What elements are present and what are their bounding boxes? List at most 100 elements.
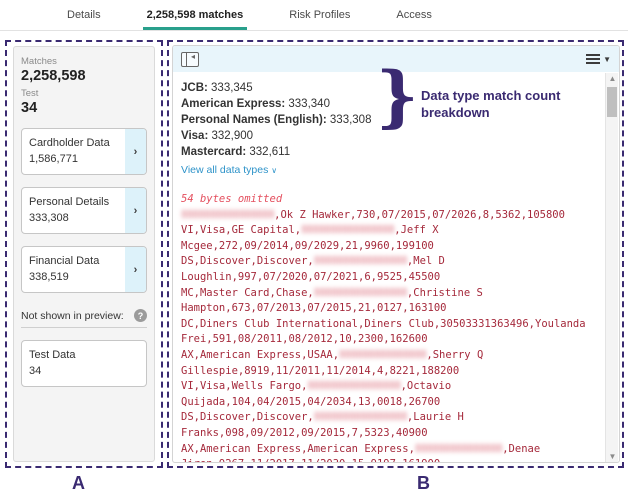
- preview-text-segment: Jiron,9267,11/2017,11/2030,15,9197,16190…: [181, 458, 440, 463]
- view-all-data-types-link[interactable]: View all data types ∨: [181, 164, 277, 176]
- preview-menu-button[interactable]: ▼: [586, 52, 611, 66]
- preview-text-segment: ,Christine S: [407, 287, 483, 299]
- annotation-label-a: A: [72, 473, 85, 494]
- not-shown-card-list: Test Data34: [21, 340, 147, 387]
- test-stat-label: Test: [21, 88, 147, 99]
- redacted-card-number: 888888888888888: [339, 349, 426, 361]
- preview-text-segment: Hampton,673,07/2013,07/2015,21,0127,1631…: [181, 302, 447, 314]
- preview-text-segment: Frei,591,08/2011,08/2012,10,2300,162600: [181, 333, 428, 345]
- category-card-main: Cardholder Data1,586,771: [22, 129, 125, 174]
- preview-line: AX,American Express,USAA,888888888888888…: [181, 348, 599, 364]
- preview-text-segment: ,Sherry Q: [426, 349, 483, 361]
- category-card-personal-details[interactable]: Personal Details333,308›: [21, 187, 147, 234]
- category-card-main: Test Data34: [22, 341, 146, 386]
- datatype-count-jcb: JCB: 333,345: [181, 80, 599, 96]
- preview-text-segment: Franks,098,09/2012,09/2015,7,5323,40900: [181, 427, 428, 439]
- category-card-main: Financial Data 338,519: [22, 247, 125, 292]
- preview-line: 8888888888888888,Ok Z Hawker,730,07/2015…: [181, 208, 599, 224]
- match-preview-panel: ▼ JCB: 333,345American Express: 333,340P…: [172, 45, 620, 463]
- preview-line: VI,Visa,Wells Fargo,8888888888888888,Oct…: [181, 379, 599, 395]
- category-card-cardholder-data[interactable]: Cardholder Data1,586,771›: [21, 128, 147, 175]
- preview-line: Quijada,104,04/2015,04/2034,13,0018,2670…: [181, 395, 599, 411]
- datatype-count-american-express: American Express: 333,340: [181, 96, 599, 112]
- preview-text-segment: Loughlin,997,07/2020,07/2021,6,9525,4550…: [181, 271, 440, 283]
- bytes-omitted-note: 54 bytes omitted: [181, 192, 599, 208]
- preview-text-segment: ,Laurie H: [407, 411, 464, 423]
- chevron-right-icon[interactable]: ›: [125, 129, 146, 174]
- tab-details[interactable]: Details: [63, 1, 105, 30]
- match-preview-text: 54 bytes omitted 8888888888888888,Ok Z H…: [181, 192, 599, 463]
- redacted-card-number: 888888888888888: [415, 443, 502, 455]
- preview-body: JCB: 333,345American Express: 333,340Per…: [173, 72, 619, 463]
- scrollbar-thumb[interactable]: [607, 87, 617, 117]
- chevron-down-icon: ∨: [271, 166, 277, 175]
- category-card-main: Personal Details333,308: [22, 188, 125, 233]
- preview-line: AX,American Express,American Express,888…: [181, 442, 599, 458]
- category-card-financial-data[interactable]: Financial Data 338,519 ›: [21, 246, 147, 293]
- datatype-count-value: 333,340: [288, 98, 330, 110]
- preview-text-segment: VI,Visa,GE Capital,: [181, 224, 301, 236]
- preview-text-segment: AX,American Express,USAA,: [181, 349, 339, 361]
- datatype-count-visa: Visa: 332,900: [181, 128, 599, 144]
- scroll-up-arrow-icon[interactable]: ▲: [606, 73, 619, 85]
- category-card-title: Test Data: [29, 349, 139, 361]
- tab-access[interactable]: Access: [392, 1, 435, 30]
- preview-line: Frei,591,08/2011,08/2012,10,2300,162600: [181, 332, 599, 348]
- preview-text-segment: ,Jeff X: [394, 224, 438, 236]
- collapse-panel-icon[interactable]: [181, 52, 199, 67]
- preview-text-segment: Gillespie,8919,11/2011,11/2014,4,8221,18…: [181, 365, 459, 377]
- preview-text-segment: VI,Visa,Wells Fargo,: [181, 380, 307, 392]
- vertical-scrollbar[interactable]: ▲ ▼: [605, 73, 618, 463]
- redacted-card-number: 8888888888888888: [307, 380, 400, 392]
- datatype-count-personal-names-english: Personal Names (English): 333,308: [181, 112, 599, 128]
- preview-text-segment: DS,Discover,Discover,: [181, 255, 314, 267]
- preview-line: MC,Master Card,Chase,8888888888888888,Ch…: [181, 286, 599, 302]
- preview-text-segment: AX,American Express,American Express,: [181, 443, 415, 455]
- test-stat-value: 34: [21, 100, 147, 116]
- preview-line: Hampton,673,07/2013,07/2015,21,0127,1631…: [181, 301, 599, 317]
- redacted-card-number: 8888888888888888: [314, 411, 407, 423]
- tab-2-258-598-matches[interactable]: 2,258,598 matches: [143, 1, 248, 30]
- chevron-right-icon[interactable]: ›: [125, 247, 146, 292]
- preview-line: Loughlin,997,07/2020,07/2021,6,9525,4550…: [181, 270, 599, 286]
- preview-line: Gillespie,8919,11/2011,11/2014,4,8221,18…: [181, 364, 599, 380]
- category-card-count: 338,519: [29, 271, 118, 283]
- tab-risk-profiles[interactable]: Risk Profiles: [285, 1, 354, 30]
- redacted-card-number: 8888888888888888: [181, 209, 274, 221]
- redacted-card-number: 8888888888888888: [301, 224, 394, 236]
- chevron-right-icon[interactable]: ›: [125, 188, 146, 233]
- scroll-down-arrow-icon[interactable]: ▼: [606, 451, 619, 463]
- preview-line: DC,Diners Club International,Diners Club…: [181, 317, 599, 333]
- category-card-title: Financial Data: [29, 255, 118, 267]
- redacted-card-number: 8888888888888888: [314, 255, 407, 267]
- datatype-count-value: 332,900: [211, 130, 253, 142]
- preview-text-segment: MC,Master Card,Chase,: [181, 287, 314, 299]
- preview-text-segment: ,Octavio: [401, 380, 452, 392]
- category-card-title: Personal Details: [29, 196, 118, 208]
- datatype-label: Personal Names (English):: [181, 114, 330, 126]
- datatype-count-mastercard: Mastercard: 332,611: [181, 144, 599, 160]
- datatype-label: JCB:: [181, 82, 211, 94]
- preview-line: VI,Visa,GE Capital,8888888888888888,Jeff…: [181, 223, 599, 239]
- preview-text-segment: Quijada,104,04/2015,04/2034,13,0018,2670…: [181, 396, 440, 408]
- matches-stat-value: 2,258,598: [21, 68, 147, 84]
- datatype-count-value: 333,308: [330, 114, 372, 126]
- hamburger-menu-icon: [586, 52, 600, 66]
- preview-line: Franks,098,09/2012,09/2015,7,5323,40900: [181, 426, 599, 442]
- preview-line: DS,Discover,Discover,8888888888888888,Me…: [181, 254, 599, 270]
- data-group-card-list: Cardholder Data1,586,771›Personal Detail…: [21, 128, 147, 293]
- matches-stat-label: Matches: [21, 56, 147, 67]
- preview-toolbar: ▼: [173, 46, 619, 72]
- chevron-down-icon: ▼: [603, 55, 611, 64]
- annotation-label-b: B: [417, 473, 430, 494]
- not-shown-in-preview-label: Not shown in preview:: [21, 310, 124, 322]
- help-icon[interactable]: ?: [134, 309, 147, 322]
- datatype-count-list: JCB: 333,345American Express: 333,340Per…: [181, 80, 599, 160]
- preview-line: Jiron,9267,11/2017,11/2030,15,9197,16190…: [181, 457, 599, 463]
- tab-bar: Details 2,258,598 matches Risk Profiles Acc…: [0, 0, 628, 31]
- category-card-test-data[interactable]: Test Data34: [21, 340, 147, 387]
- preview-text-segment: Mcgee,272,09/2014,09/2029,21,9960,199100: [181, 240, 434, 252]
- datatype-count-value: 332,611: [249, 146, 290, 158]
- datatype-count-value: 333,345: [211, 82, 253, 94]
- preview-line: DS,Discover,Discover,8888888888888888,La…: [181, 410, 599, 426]
